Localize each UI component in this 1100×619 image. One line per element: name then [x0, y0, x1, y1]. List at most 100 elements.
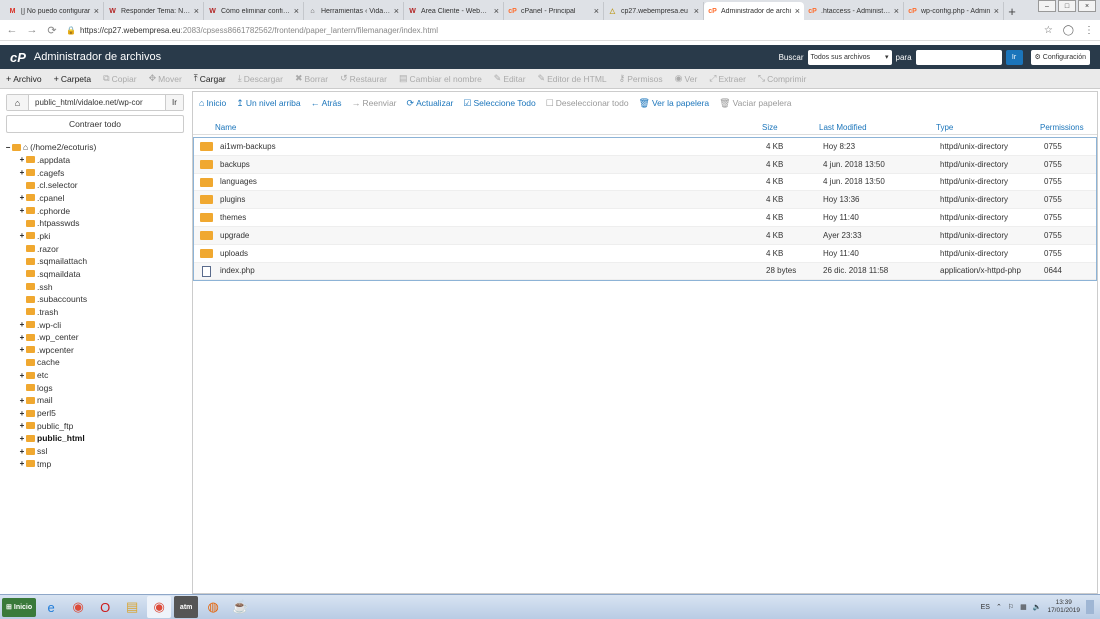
maximize-icon[interactable]: □: [1058, 0, 1076, 12]
column-type[interactable]: Type: [936, 123, 953, 132]
close-icon[interactable]: ×: [694, 6, 699, 16]
tree-item[interactable]: + public_html: [18, 432, 188, 445]
search-scope-select[interactable]: Todos sus archivos ▾: [807, 49, 892, 65]
java-icon[interactable]: ☕: [228, 596, 252, 618]
expand-icon[interactable]: +: [18, 459, 26, 468]
empty-trash-button[interactable]: 🗑 Vaciar papelera: [719, 98, 791, 109]
forward-button[interactable]: → Reenviar: [351, 98, 396, 108]
close-window-icon[interactable]: ×: [1078, 0, 1096, 12]
view-button[interactable]: ◉ Ver: [675, 73, 698, 84]
volume-icon[interactable]: 🔈: [1033, 603, 1042, 611]
upload-button[interactable]: ⤒ Cargar: [194, 73, 226, 84]
path-go-button[interactable]: Ir: [165, 95, 183, 110]
network-icon[interactable]: ▦: [1020, 603, 1027, 611]
search-input[interactable]: [915, 49, 1002, 65]
expand-icon[interactable]: +: [18, 434, 26, 443]
tree-item[interactable]: + tmp: [18, 457, 188, 470]
browser-tab[interactable]: M [] No puedo configurar ×: [4, 2, 104, 20]
extract-button[interactable]: ⤢ Extraer: [709, 73, 746, 84]
bookmark-star-icon[interactable]: ☆: [1044, 25, 1053, 36]
close-icon[interactable]: ×: [795, 6, 800, 16]
browser-tab[interactable]: cP cPanel - Principal ×: [504, 2, 604, 20]
settings-button[interactable]: ⚙ Configuración: [1030, 49, 1090, 65]
column-name[interactable]: Name: [215, 123, 236, 132]
browser-tab[interactable]: W Responder Tema: No p ×: [104, 2, 204, 20]
tree-item[interactable]: + .appdata: [18, 154, 188, 167]
tree-item[interactable]: .sqmaildata: [18, 268, 188, 281]
flag-icon[interactable]: ⚐: [1008, 603, 1014, 611]
close-icon[interactable]: ×: [494, 6, 499, 16]
table-row[interactable]: backups 4 KB 4 jun. 2018 13:50 httpd/unix-d…: [194, 155, 1096, 174]
cpanel-logo[interactable]: cP: [10, 50, 26, 65]
compress-button[interactable]: ⤡ Comprimir: [758, 73, 806, 84]
path-input[interactable]: public_html/vidaloe.net/wp-cor: [29, 95, 165, 110]
browser-tab[interactable]: ⌂ Herramientas ‹ Vidaloe ×: [304, 2, 404, 20]
tree-item[interactable]: + .wp_center: [18, 331, 188, 344]
home-icon[interactable]: ⌂: [7, 95, 29, 110]
opera-icon[interactable]: O: [93, 596, 117, 618]
close-icon[interactable]: ×: [294, 6, 299, 16]
start-button[interactable]: ⊞ Inicio: [2, 597, 37, 617]
expand-icon[interactable]: +: [18, 409, 26, 418]
html-editor-button[interactable]: ✎ Editor de HTML: [538, 73, 607, 84]
tree-item[interactable]: .sqmailattach: [18, 255, 188, 268]
expand-icon[interactable]: +: [18, 231, 26, 240]
firefox-icon[interactable]: ◍: [201, 596, 225, 618]
menu-dots-icon[interactable]: ⋮: [1084, 25, 1094, 36]
expand-icon[interactable]: +: [18, 396, 26, 405]
tree-item[interactable]: .cl.selector: [18, 179, 188, 192]
copy-button[interactable]: ⧉ Copiar: [103, 73, 136, 84]
close-icon[interactable]: ×: [594, 6, 599, 16]
minimize-icon[interactable]: –: [1038, 0, 1056, 12]
back-button[interactable]: ← Atrás: [311, 98, 342, 108]
tree-item[interactable]: + ssl: [18, 445, 188, 458]
tree-item[interactable]: .trash: [18, 306, 188, 319]
tree-item[interactable]: + .cphorde: [18, 204, 188, 217]
tree-root[interactable]: − ⌂ (/home2/ecoturis): [4, 141, 188, 154]
column-permissions[interactable]: Permissions: [1040, 123, 1084, 132]
table-row[interactable]: ai1wm-backups 4 KB Hoy 8:23 httpd/unix-dire…: [194, 138, 1096, 156]
chrome-active-icon[interactable]: ◉: [147, 596, 172, 618]
tray-arrow-icon[interactable]: ⌃: [996, 603, 1002, 611]
tree-item[interactable]: + etc: [18, 369, 188, 382]
tree-item[interactable]: .htpasswds: [18, 217, 188, 230]
tree-item[interactable]: + .pki: [18, 230, 188, 243]
delete-button[interactable]: ✖ Borrar: [295, 73, 328, 84]
clock[interactable]: 13:39 17/01/2019: [1047, 599, 1080, 615]
browser-tab[interactable]: △ cp27.webempresa.eu ×: [604, 2, 704, 20]
expand-icon[interactable]: +: [18, 155, 26, 164]
expand-icon[interactable]: +: [18, 320, 26, 329]
up-one-level-button[interactable]: ↥ Un nivel arriba: [236, 98, 300, 109]
restore-button[interactable]: ↺ Restaurar: [340, 73, 387, 84]
unselect-all-button[interactable]: ☐ Deseleccionar todo: [546, 98, 629, 109]
move-button[interactable]: ✥ Mover: [149, 73, 182, 84]
url-field[interactable]: 🔒 https://cp27.webempresa.eu:2083/cpsess…: [66, 22, 1036, 38]
close-icon[interactable]: ×: [894, 6, 899, 16]
new-file-button[interactable]: + Archivo: [6, 74, 42, 84]
file-explorer-icon[interactable]: ▤: [120, 596, 144, 618]
browser-tab[interactable]: W Área Cliente - Webemp ×: [404, 2, 504, 20]
collapse-icon[interactable]: −: [4, 143, 12, 152]
rename-button[interactable]: ▤ Cambiar el nombre: [399, 73, 482, 84]
tree-item[interactable]: .razor: [18, 242, 188, 255]
close-icon[interactable]: ×: [394, 6, 399, 16]
home-button[interactable]: ⌂ Inicio: [199, 98, 226, 108]
tree-item[interactable]: + perl5: [18, 407, 188, 420]
close-icon[interactable]: ×: [94, 6, 99, 16]
close-icon[interactable]: ×: [994, 6, 999, 16]
show-desktop-icon[interactable]: [1086, 600, 1094, 614]
table-row[interactable]: languages 4 KB 4 jun. 2018 13:50 httpd/unix…: [194, 174, 1096, 192]
atm-icon[interactable]: atm: [174, 596, 199, 618]
tree-item[interactable]: + public_ftp: [18, 419, 188, 432]
browser-tab[interactable]: W Cómo eliminar configur ×: [204, 2, 304, 20]
tree-item[interactable]: .ssh: [18, 280, 188, 293]
reload-icon[interactable]: ⟳: [46, 24, 58, 37]
table-row[interactable]: plugins 4 KB Hoy 13:36 httpd/unix-directory…: [194, 191, 1096, 210]
browser-tab[interactable]: cP .htaccess - Administrac ×: [804, 2, 904, 20]
expand-icon[interactable]: +: [18, 421, 26, 430]
tree-item[interactable]: + .cpanel: [18, 192, 188, 205]
reload-button[interactable]: ⟳ Actualizar: [407, 98, 454, 109]
expand-icon[interactable]: +: [18, 371, 26, 380]
profile-icon[interactable]: ◯: [1063, 25, 1074, 36]
select-all-button[interactable]: ☑ Seleccione Todo: [463, 98, 535, 109]
